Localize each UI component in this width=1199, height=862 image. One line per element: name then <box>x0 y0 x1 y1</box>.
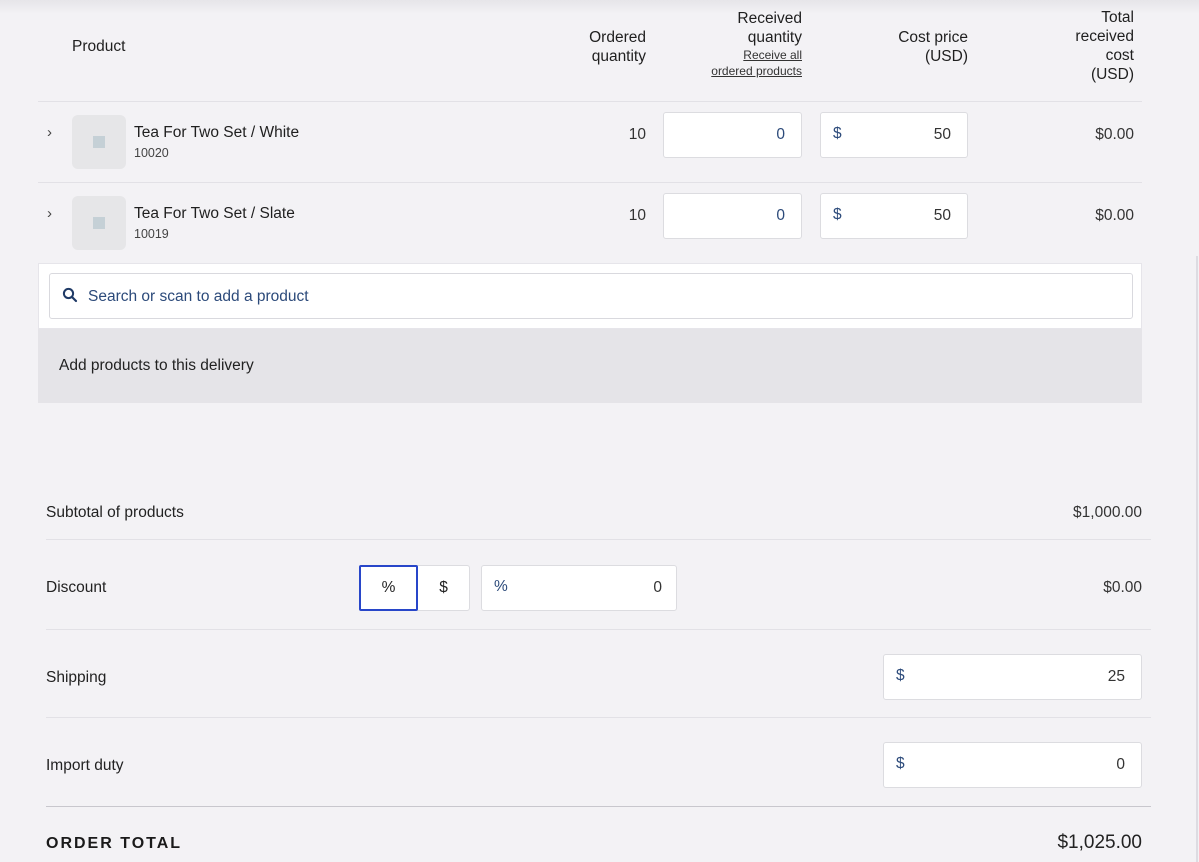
product-name[interactable]: Tea For Two Set / Slate <box>134 205 295 223</box>
ordered-quantity: 10 <box>628 207 646 224</box>
chevron-right-icon[interactable]: › <box>47 205 52 222</box>
header-received-line-1: Received <box>737 10 802 27</box>
table-row: › Tea For Two Set / Slate 10019 10 0 $ 5… <box>38 183 1142 263</box>
received-quantity-value: 0 <box>776 126 785 143</box>
add-products-label: Add products to this delivery <box>59 357 254 374</box>
currency-prefix: $ <box>833 125 842 142</box>
discount-percent-toggle[interactable]: % <box>359 565 418 611</box>
header-product: Product <box>72 38 126 55</box>
image-placeholder-icon <box>93 217 105 229</box>
header-ordered-quantity: Ordered quantity <box>560 28 646 66</box>
receive-all-link[interactable]: Receive all ordered products <box>700 47 802 79</box>
header-cost-line-2: (USD) <box>924 48 968 65</box>
totals-divider <box>46 629 1151 630</box>
receive-all-link-line-2: ordered products <box>711 64 802 78</box>
cost-price-value: 50 <box>933 207 951 224</box>
header-cost-line-1: Cost price <box>898 29 968 46</box>
product-sku: 10020 <box>134 146 169 160</box>
order-total-divider <box>46 806 1151 807</box>
import-duty-value: 0 <box>1116 756 1125 773</box>
product-sku: 10019 <box>134 227 169 241</box>
header-total-line-3: cost <box>1105 47 1134 64</box>
cost-price-value: 50 <box>933 126 951 143</box>
shipping-input[interactable]: $ 25 <box>883 654 1142 700</box>
top-shadow <box>0 0 1199 14</box>
search-placeholder: Search or scan to add a product <box>88 288 309 305</box>
totals-divider <box>46 717 1151 718</box>
total-received-cost: $0.00 <box>1095 207 1134 224</box>
shipping-prefix: $ <box>896 667 905 684</box>
discount-input[interactable]: % 0 <box>481 565 677 611</box>
order-total-value: $1,025.00 <box>1057 832 1142 853</box>
discount-prefix: % <box>494 578 508 595</box>
subtotal-value: $1,000.00 <box>1073 504 1142 521</box>
search-panel: Search or scan to add a product <box>38 263 1142 329</box>
search-input[interactable]: Search or scan to add a product <box>49 273 1133 319</box>
import-duty-input[interactable]: $ 0 <box>883 742 1142 788</box>
header-total-line-2: received <box>1075 28 1134 45</box>
image-placeholder-icon <box>93 136 105 148</box>
order-total-label: ORDER TOTAL <box>46 835 183 852</box>
chevron-right-icon[interactable]: › <box>47 124 52 141</box>
import-duty-label: Import duty <box>46 757 124 774</box>
product-thumbnail <box>72 115 126 169</box>
header-total-line-1: Total <box>1101 9 1134 26</box>
total-received-cost: $0.00 <box>1095 126 1134 143</box>
ordered-quantity: 10 <box>628 126 646 143</box>
header-total-line-4: (USD) <box>1090 66 1134 83</box>
subtotal-label: Subtotal of products <box>46 504 184 521</box>
received-quantity-input[interactable]: 0 <box>663 112 802 158</box>
shipping-label: Shipping <box>46 669 107 686</box>
receive-all-link-line-1: Receive all <box>743 48 802 62</box>
cost-price-input[interactable]: $ 50 <box>820 112 968 158</box>
header-received-quantity: Received quantity Receive all ordered pr… <box>700 9 802 79</box>
search-icon <box>62 287 78 303</box>
table-row: › Tea For Two Set / White 10020 10 0 $ 5… <box>38 102 1142 182</box>
header-ordered-line-2: quantity <box>591 48 646 65</box>
shipping-value: 25 <box>1107 668 1125 685</box>
add-products-bar: Add products to this delivery <box>38 329 1142 403</box>
discount-dollar-toggle[interactable]: $ <box>417 565 470 611</box>
header-total-received-cost: Total received cost (USD) <box>1050 8 1134 84</box>
received-quantity-input[interactable]: 0 <box>663 193 802 239</box>
header-ordered-line-1: Ordered <box>589 29 646 46</box>
cost-price-input[interactable]: $ 50 <box>820 193 968 239</box>
header-received-line-2: quantity <box>747 29 802 46</box>
discount-input-value: 0 <box>653 579 662 596</box>
product-name[interactable]: Tea For Two Set / White <box>134 124 299 142</box>
header-cost-price: Cost price (USD) <box>868 28 968 66</box>
discount-value: $0.00 <box>1103 579 1142 596</box>
import-duty-prefix: $ <box>896 755 905 772</box>
totals-divider <box>46 539 1151 540</box>
received-quantity-value: 0 <box>776 207 785 224</box>
currency-prefix: $ <box>833 206 842 223</box>
right-divider <box>1196 256 1198 862</box>
product-thumbnail <box>72 196 126 250</box>
discount-label: Discount <box>46 579 107 596</box>
